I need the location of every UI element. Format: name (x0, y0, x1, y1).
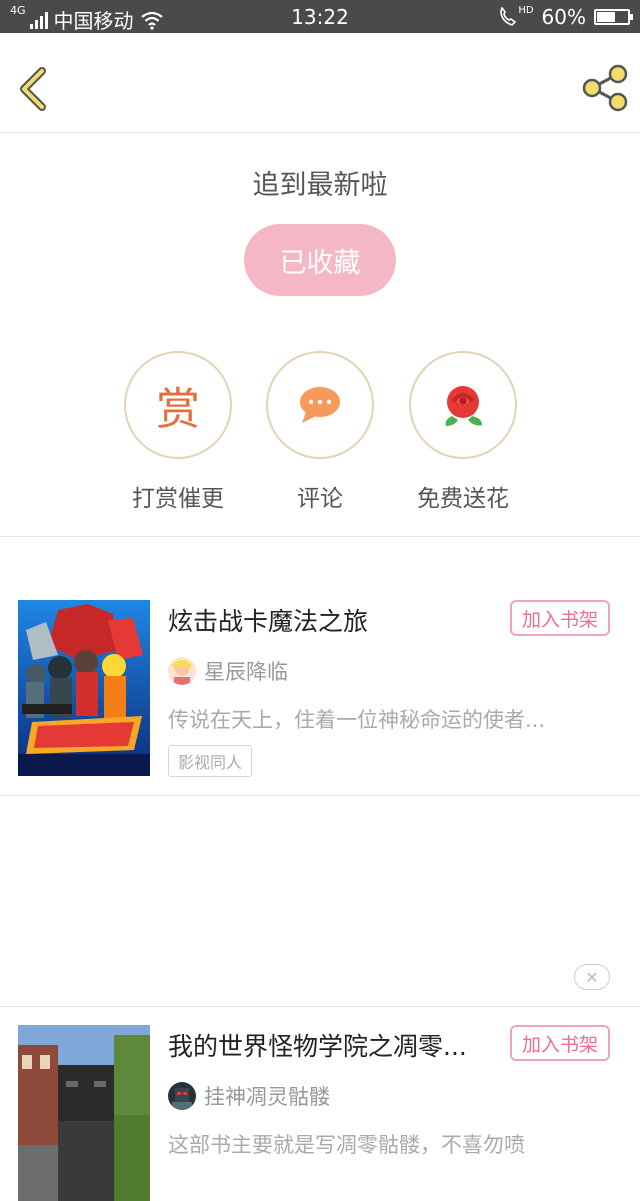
author-avatar (168, 657, 196, 685)
send-flower-label: 免费送花 (417, 486, 509, 512)
section-divider (0, 795, 640, 796)
favorited-button[interactable]: 已收藏 (244, 224, 396, 296)
book-cover[interactable] (18, 1025, 150, 1201)
author-row: 挂神凋灵骷髅 (168, 1081, 330, 1111)
section-divider (0, 536, 640, 537)
close-ad-button[interactable]: ✕ (574, 964, 610, 990)
reward-action[interactable]: 赏 打赏催更 (124, 351, 232, 513)
reward-label: 打赏催更 (132, 486, 224, 512)
chevron-left-icon (20, 67, 46, 111)
status-bar: 4G 中国移动 13:22 HD 60% (0, 0, 640, 33)
book-cover[interactable] (18, 600, 150, 776)
battery-percent: 60% (541, 5, 586, 29)
comment-label: 评论 (297, 486, 343, 512)
book-description: 传说在天上，住着一位神秘命运的使者... (168, 708, 546, 732)
battery-icon (594, 9, 633, 25)
caught-up-text: 追到最新啦 (252, 170, 388, 201)
section-divider (0, 1006, 640, 1007)
add-to-shelf-button[interactable]: 加入书架 (510, 1025, 610, 1061)
comment-circle (266, 351, 374, 459)
book-cover-art (18, 1025, 150, 1201)
author-avatar (168, 1082, 196, 1110)
genre-tag: 影视同人 (168, 745, 253, 777)
share-icon (582, 64, 628, 112)
author-name: 挂神凋灵骷髅 (204, 1085, 330, 1109)
battery-fill (597, 12, 615, 22)
send-flower-action[interactable]: 免费送花 (409, 351, 517, 513)
author-row: 星辰降临 (168, 656, 288, 686)
add-to-shelf-button[interactable]: 加入书架 (510, 600, 610, 636)
comment-icon (300, 387, 340, 423)
comment-action[interactable]: 评论 (266, 351, 374, 513)
reward-icon: 赏 (124, 351, 232, 459)
book-title[interactable]: 炫击战卡魔法之旅 (168, 602, 368, 638)
share-button[interactable] (580, 63, 630, 113)
hd-badge: HD (518, 5, 534, 16)
nav-bar (0, 33, 640, 133)
author-name: 星辰降临 (204, 660, 288, 684)
rose-icon (445, 386, 482, 426)
call-hd-icon (500, 7, 517, 26)
book-title[interactable]: 我的世界怪物学院之凋零... (168, 1027, 467, 1063)
flower-circle (409, 351, 517, 459)
book-cover-art (18, 600, 150, 776)
book-description: 这部书主要就是写凋零骷髅，不喜勿喷 (168, 1133, 525, 1157)
back-button[interactable] (14, 63, 54, 113)
reward-glyph: 赏 (156, 384, 200, 435)
